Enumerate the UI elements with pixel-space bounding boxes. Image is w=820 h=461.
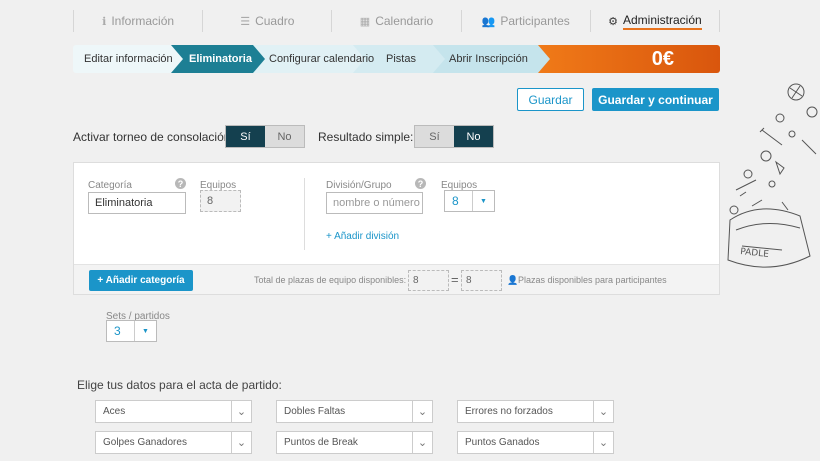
help-icon[interactable]: ? — [415, 178, 426, 189]
acta-option-label: Dobles Faltas — [284, 406, 346, 417]
tab-informacion[interactable]: ℹ Información — [73, 10, 204, 32]
svg-text:PADLE: PADLE — [740, 247, 770, 260]
top-tabs: ℹ Información ☰ Cuadro ▦ Calendario 👥 Pa… — [73, 10, 721, 32]
category-footer: + Añadir categoría Total de plazas de eq… — [74, 264, 719, 294]
acta-option-label: Puntos Ganados — [465, 437, 540, 448]
step-label: Pistas — [386, 53, 416, 65]
sets-value: 3 — [114, 324, 121, 338]
chevron-down-icon[interactable]: ⌄ — [412, 432, 432, 453]
step-label: Abrir Inscripción — [449, 53, 528, 65]
division-label: División/Grupo — [326, 180, 392, 191]
category-name-input[interactable]: Eliminatoria — [88, 192, 186, 214]
user-icon: 👤 — [507, 275, 519, 285]
tab-participantes[interactable]: 👥 Participantes — [462, 10, 591, 32]
acta-select-dobles-faltas[interactable]: Dobles Faltas ⌄ — [276, 400, 433, 423]
division-teams-select[interactable]: 8 ▼ — [444, 190, 495, 212]
step-editar-informacion[interactable]: Editar información — [73, 45, 183, 73]
calendar-icon: ▦ — [359, 15, 371, 28]
tab-label: Calendario — [375, 14, 434, 28]
step-eliminatoria[interactable]: Eliminatoria — [171, 45, 265, 73]
chevron-down-icon[interactable]: ▼ — [134, 321, 156, 341]
tab-calendario[interactable]: ▦ Calendario — [332, 10, 462, 32]
simple-result-no-option[interactable]: No — [454, 126, 493, 147]
acta-select-puntos[interactable]: Puntos Ganados ⌄ — [457, 431, 614, 454]
available-slots-value: 8 — [461, 270, 502, 291]
division-name-input[interactable]: nombre o número — [326, 192, 423, 214]
step-configurar-calendario[interactable]: Configurar calendario — [253, 45, 374, 73]
tab-label: Administración — [623, 13, 702, 30]
price-display: 0€ — [538, 45, 720, 73]
category-label: Categoría — [88, 180, 132, 191]
category-teams-value: 8 — [200, 190, 241, 212]
divider — [304, 178, 305, 250]
tab-label: Información — [111, 14, 175, 28]
acta-select-errores[interactable]: Errores no forzados ⌄ — [457, 400, 614, 423]
wizard-steps: Editar información Eliminatoria Configur… — [73, 45, 720, 73]
tab-label: Participantes — [500, 14, 570, 28]
simple-result-yes-option[interactable]: Sí — [415, 126, 454, 147]
acta-select-break[interactable]: Puntos de Break ⌄ — [276, 431, 433, 454]
sports-doodle-illustration: PADLE — [727, 83, 818, 268]
consolation-label: Activar torneo de consolación: — [73, 130, 234, 144]
acta-option-label: Puntos de Break — [284, 437, 358, 448]
total-slots-label: Total de plazas de equipo disponibles: — [254, 275, 407, 285]
acta-label: Elige tus datos para el acta de partido: — [77, 378, 282, 392]
info-icon: ℹ — [102, 15, 107, 28]
acta-option-label: Golpes Ganadores — [103, 437, 187, 448]
gear-icon: ⚙ — [608, 15, 618, 28]
category-panel: Categoría ? Eliminatoria Equipos 8 Divis… — [73, 162, 720, 295]
step-label: Configurar calendario — [269, 53, 375, 65]
users-icon: 👥 — [481, 15, 496, 28]
total-slots-value: 8 — [408, 270, 449, 291]
help-icon[interactable]: ? — [175, 178, 186, 189]
chevron-down-icon[interactable]: ⌄ — [593, 432, 613, 453]
available-slots-label: Plazas disponibles para participantes — [518, 275, 667, 285]
chevron-down-icon[interactable]: ⌄ — [231, 432, 251, 453]
consolation-no-option[interactable]: No — [265, 126, 304, 147]
simple-result-label: Resultado simple: — [318, 130, 414, 144]
list-icon: ☰ — [240, 15, 251, 28]
consolation-yes-option[interactable]: Sí — [226, 126, 265, 147]
tab-cuadro[interactable]: ☰ Cuadro — [203, 10, 333, 32]
acta-select-golpes[interactable]: Golpes Ganadores ⌄ — [95, 431, 252, 454]
simple-result-toggle: Sí No — [414, 125, 494, 148]
consolation-toggle: Sí No — [225, 125, 305, 148]
step-abrir-inscripcion[interactable]: Abrir Inscripción — [433, 45, 550, 73]
chevron-down-icon[interactable]: ⌄ — [593, 401, 613, 422]
chevron-down-icon[interactable]: ⌄ — [231, 401, 251, 422]
save-button[interactable]: Guardar — [517, 88, 584, 111]
save-continue-button[interactable]: Guardar y continuar — [592, 88, 719, 111]
chevron-down-icon[interactable]: ⌄ — [412, 401, 432, 422]
step-label: Editar información — [84, 53, 173, 65]
add-division-link[interactable]: + Añadir división — [326, 231, 399, 242]
division-teams-value: 8 — [452, 194, 459, 208]
acta-select-aces[interactable]: Aces ⌄ — [95, 400, 252, 423]
acta-option-label: Errores no forzados — [465, 406, 553, 417]
acta-option-label: Aces — [103, 406, 126, 417]
add-category-button[interactable]: + Añadir categoría — [89, 270, 193, 291]
step-label: Eliminatoria — [189, 53, 252, 65]
tab-label: Cuadro — [255, 14, 295, 28]
tab-administracion[interactable]: ⚙ Administración — [591, 10, 721, 32]
sets-select[interactable]: 3 ▼ — [106, 320, 157, 342]
equals-sign: = — [451, 272, 459, 287]
chevron-down-icon[interactable]: ▼ — [472, 191, 494, 211]
